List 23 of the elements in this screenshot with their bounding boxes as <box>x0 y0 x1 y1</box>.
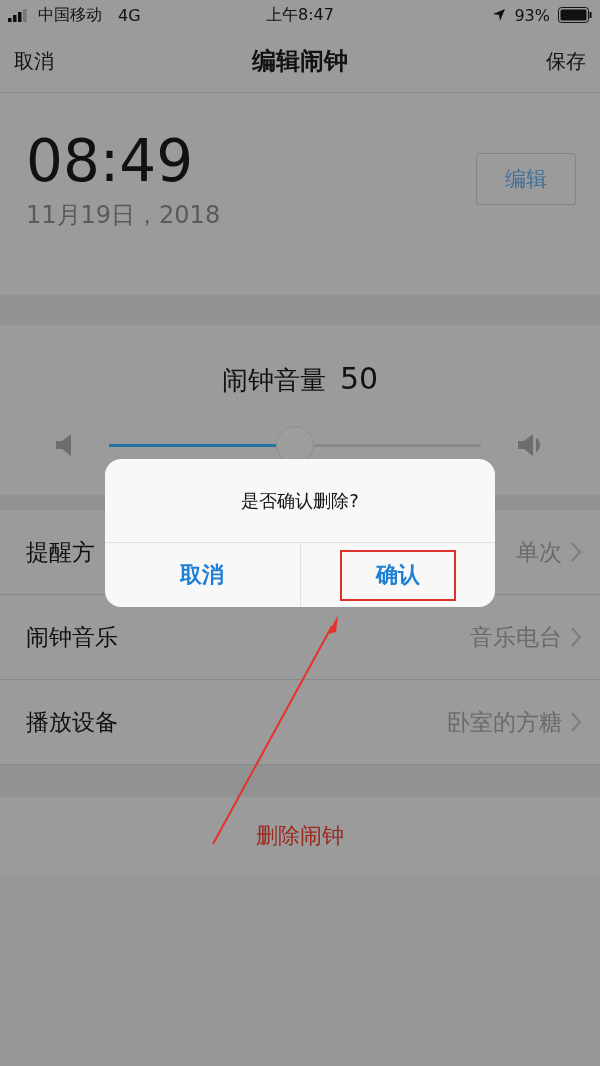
page-title: 编辑闹钟 <box>252 46 348 77</box>
setting-label: 闹钟音乐 <box>26 622 118 652</box>
dialog-button[interactable]: 确认 <box>339 549 456 601</box>
status-time: 上午8:47 <box>266 4 334 26</box>
chevron-icon <box>570 711 582 733</box>
volume-label: 闹钟音量 <box>221 364 326 397</box>
chevron-icon <box>570 541 582 563</box>
chevron-icon <box>570 626 582 648</box>
setting-label: 提醒方 <box>26 537 95 567</box>
signal-icon <box>8 8 30 22</box>
dialog-message: 是否确认删除? <box>241 488 359 513</box>
save-button[interactable]: 保存 <box>546 47 586 75</box>
alarm-date: 11月19日，2018 <box>26 200 221 231</box>
location-arrow-icon <box>492 8 507 22</box>
carrier-name: 中国移动 <box>38 4 102 26</box>
battery-icon <box>558 7 592 23</box>
network-type: 4G <box>118 5 141 25</box>
setting-label: 播放设备 <box>26 707 118 737</box>
alarm-time: 08:49 <box>26 127 195 195</box>
battery-percent: 93% <box>514 5 550 25</box>
volume-value: 50 <box>339 361 379 396</box>
cancel-button[interactable]: 取消 <box>14 47 54 75</box>
speaker-low-icon <box>56 433 72 457</box>
